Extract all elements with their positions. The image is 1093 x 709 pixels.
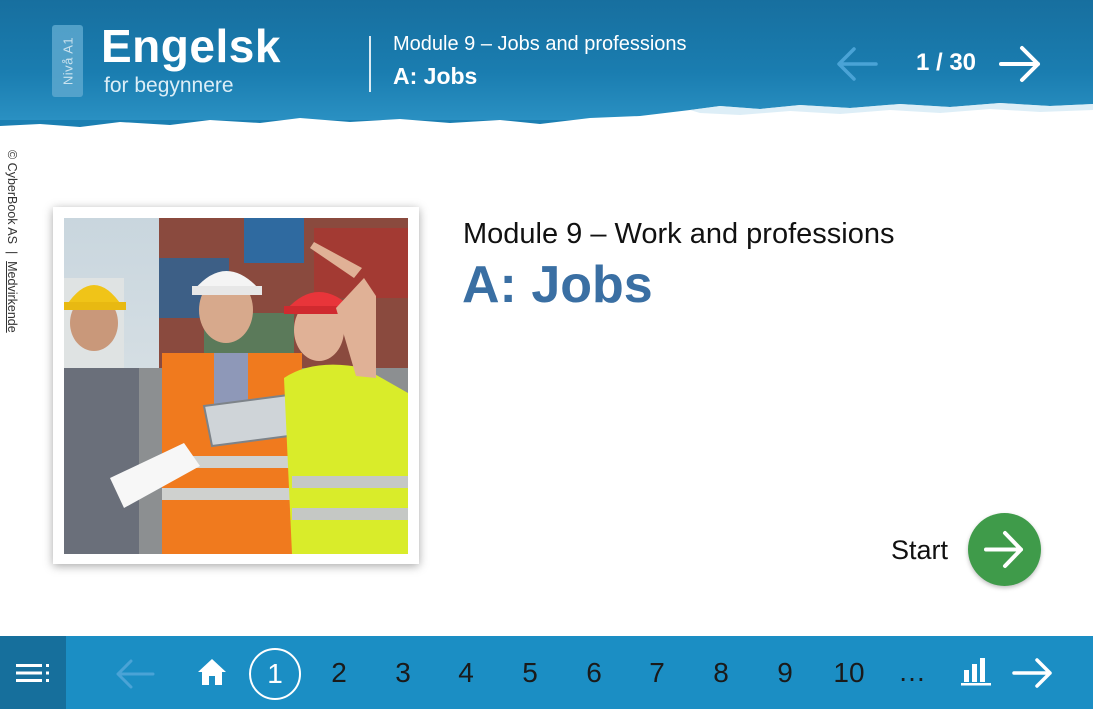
page-link-3[interactable]: 3 [381, 656, 425, 690]
page-counter: 1 / 30 [915, 49, 977, 76]
menu-icon [16, 664, 49, 682]
page-link-1[interactable]: 1 [249, 648, 301, 700]
brand-subtitle: for begynnere [104, 74, 234, 97]
workers-photo [64, 218, 408, 554]
page-link-9[interactable]: 9 [763, 656, 807, 690]
copyright-text: © CyberBook AS [5, 150, 19, 244]
level-badge-label: Nivå A1 [60, 36, 75, 86]
brand-title: Engelsk [101, 20, 281, 72]
arrow-right-icon [999, 46, 1040, 82]
header-section-title: A: Jobs [393, 63, 478, 89]
credits-separator: | [5, 250, 19, 255]
page-link-8[interactable]: 8 [699, 656, 743, 690]
home-icon [198, 659, 226, 685]
contributors-link[interactable]: Medvirkende [5, 261, 19, 333]
page-link-10[interactable]: 10 [827, 656, 871, 690]
page-link-5[interactable]: 5 [508, 656, 552, 690]
page-link-2[interactable]: 2 [317, 656, 361, 690]
start-button[interactable] [968, 513, 1041, 586]
page-link-4[interactable]: 4 [444, 656, 488, 690]
footer-nav: 1 2 3 4 5 6 7 8 9 10 … [0, 636, 1093, 709]
footer-prev-button[interactable] [113, 658, 157, 695]
home-button[interactable] [196, 656, 228, 693]
arrow-right-icon [984, 531, 1023, 568]
arrow-left-icon [116, 659, 155, 689]
torn-paper-edge [0, 103, 1093, 144]
level-badge: Nivå A1 [52, 25, 83, 97]
header-prev-button[interactable] [834, 44, 880, 84]
header-divider [369, 36, 371, 92]
pages-ellipsis: … [898, 656, 926, 687]
bar-chart-icon [961, 658, 991, 686]
header-module-title: Module 9 – Jobs and professions [393, 33, 687, 55]
start-label[interactable]: Start [891, 535, 948, 566]
menu-button[interactable] [0, 636, 66, 709]
content-section-title: A: Jobs [462, 256, 653, 314]
arrow-right-icon [1012, 658, 1052, 688]
page-link-6[interactable]: 6 [572, 656, 616, 690]
photo-frame [53, 207, 419, 564]
side-credits: © CyberBook AS | Medvirkende [5, 150, 32, 390]
page-link-7[interactable]: 7 [635, 656, 679, 690]
content-module-title: Module 9 – Work and professions [463, 218, 895, 250]
arrow-left-icon [837, 47, 878, 81]
footer-next-button[interactable] [1011, 657, 1055, 694]
header-next-button[interactable] [996, 42, 1044, 86]
progress-button[interactable] [960, 656, 992, 691]
header-bar: Nivå A1 Engelsk for begynnere Module 9 –… [0, 0, 1093, 144]
